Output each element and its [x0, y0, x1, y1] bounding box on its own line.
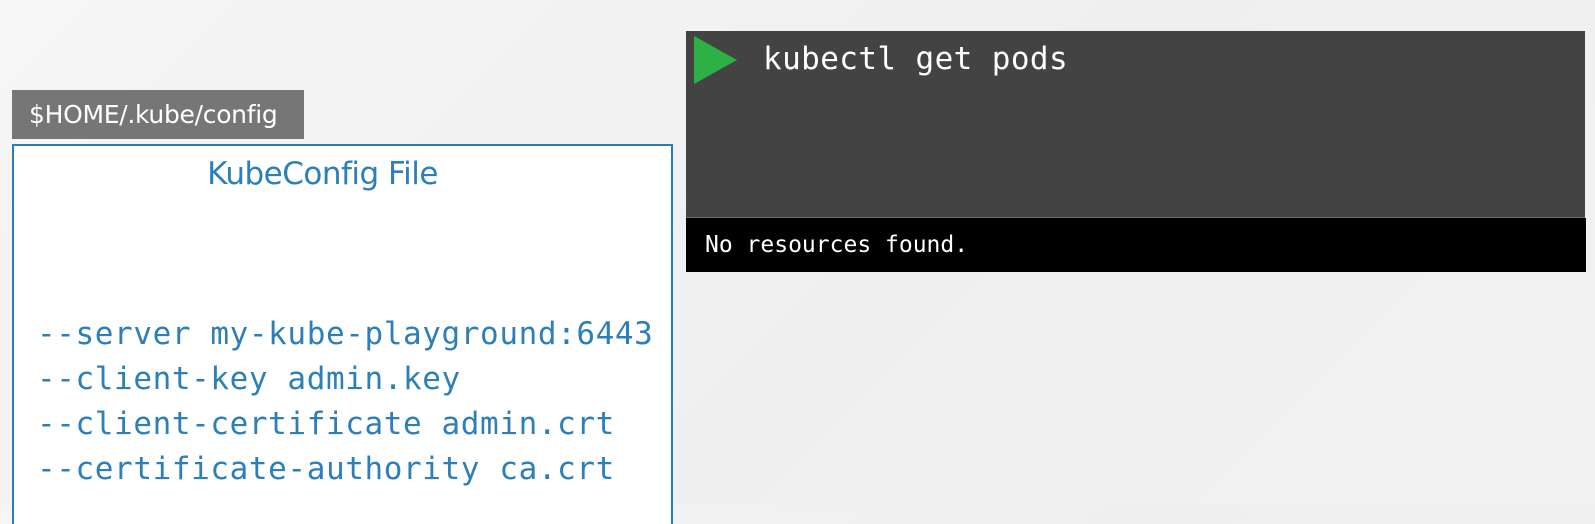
- kubeconfig-option-certificate-authority: --certificate-authority ca.crt: [37, 451, 615, 487]
- kubeconfig-option-server: --server my-kube-playground:6443: [37, 316, 654, 352]
- terminal-window[interactable]: kubectl get pods: [686, 31, 1585, 218]
- kubeconfig-title: KubeConfig File: [207, 156, 438, 192]
- kubeconfig-options-list: --server my-kube-playground:6443 --clien…: [37, 312, 653, 492]
- kubeconfig-file-panel: KubeConfig File --server my-kube-playgro…: [12, 144, 673, 524]
- terminal-command: kubectl get pods: [763, 41, 1069, 77]
- play-icon: [694, 36, 737, 84]
- kubeconfig-path-label: $HOME/.kube/config: [12, 90, 304, 139]
- kubeconfig-option-client-certificate: --client-certificate admin.crt: [37, 406, 615, 442]
- kubeconfig-option-client-key: --client-key admin.key: [37, 361, 461, 397]
- terminal-output: No resources found.: [686, 218, 1586, 272]
